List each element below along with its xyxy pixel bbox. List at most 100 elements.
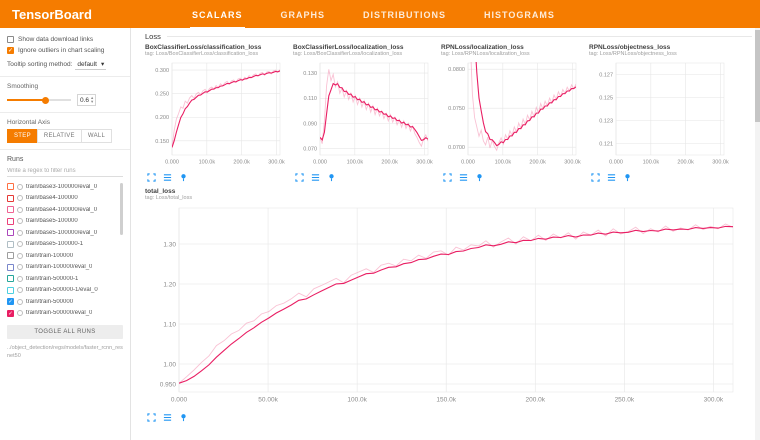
svg-text:100.0k: 100.0k [495,160,512,166]
total-loss-chart[interactable]: 0.9501.001.101.201.300.00050.00k100.0k15… [145,202,745,406]
axis-button-wall[interactable]: WALL [81,129,112,143]
tab-distributions[interactable]: DISTRIBUTIONS [361,0,448,29]
expand-chart-icon[interactable] [591,173,600,182]
run-item[interactable]: train/train-500000-1 [7,273,123,285]
spinner-icon[interactable]: ▴▾ [91,96,93,104]
run-checkbox[interactable]: ✓ [7,298,14,305]
ignore-outliers-checkbox[interactable]: ✓ [7,47,14,54]
toggle-all-runs-button[interactable]: TOGGLE ALL RUNS [7,325,123,339]
run-label: train/base4-100000/eval_0 [26,207,97,213]
svg-text:200.0k: 200.0k [233,160,250,166]
run-checkbox[interactable] [7,264,14,271]
chart-data-icon[interactable] [163,173,172,182]
isolate-run-icon[interactable] [17,241,23,247]
run-checkbox[interactable] [7,287,14,294]
svg-text:300.0k: 300.0k [416,160,433,166]
run-label: train/base4-100000 [26,195,78,201]
main-scrollbar[interactable] [755,28,760,440]
smoothing-slider[interactable] [7,99,71,101]
run-item[interactable]: ✓train/train-500000 [7,296,123,308]
pin-chart-icon[interactable] [327,173,336,182]
pin-chart-icon[interactable] [475,173,484,182]
isolate-run-icon[interactable] [17,218,23,224]
isolate-run-icon[interactable] [17,253,23,259]
slider-thumb[interactable] [42,97,49,104]
isolate-run-icon[interactable] [17,207,23,213]
group-header-loss[interactable]: Loss [145,32,752,41]
svg-text:0.000: 0.000 [165,160,179,166]
expand-chart-icon[interactable] [443,173,452,182]
chart-data-icon[interactable] [311,173,320,182]
chart-title: RPNLoss/localization_loss [441,44,581,51]
svg-text:0.150: 0.150 [155,139,169,145]
run-list: train/base3-100000/eval_0 train/base4-100… [7,181,123,321]
tensorboard-app: TensorBoard SCALARSGRAPHSDISTRIBUTIONSHI… [0,0,760,440]
run-checkbox[interactable] [7,229,14,236]
main-content: Loss BoxClassifierLoss/classification_lo… [131,28,760,440]
smoothing-value-input[interactable]: 0.6 ▴▾ [77,94,96,106]
scrollbar-thumb[interactable] [755,30,760,122]
chart-data-icon[interactable] [607,173,616,182]
setting-label: Show data download links [18,36,93,43]
setting-ignore-outliers[interactable]: ✓ Ignore outliers in chart scaling [7,47,123,54]
run-checkbox[interactable] [7,218,14,225]
pin-chart-icon[interactable] [623,173,632,182]
run-checkbox[interactable]: ✓ [7,310,14,317]
setting-label: Ignore outliers in chart scaling [18,47,104,54]
run-item[interactable]: train/train-500000-1/eval_0 [7,285,123,297]
isolate-run-icon[interactable] [17,195,23,201]
isolate-run-icon[interactable] [17,264,23,270]
run-checkbox[interactable] [7,252,14,259]
chart-data-icon[interactable] [163,413,172,422]
pin-chart-icon[interactable] [179,173,188,182]
svg-text:0.070: 0.070 [303,147,317,153]
chart-data-icon[interactable] [459,173,468,182]
tab-scalars[interactable]: SCALARS [190,0,245,29]
run-item[interactable]: train/base5-100000/eval_0 [7,227,123,239]
horizontal-axis-label: Horizontal Axis [7,119,123,126]
expand-chart-icon[interactable] [295,173,304,182]
run-item[interactable]: train/base4-100000/eval_0 [7,204,123,216]
run-checkbox[interactable] [7,241,14,248]
slider-fill [7,99,45,101]
axis-button-step[interactable]: STEP [7,129,38,143]
svg-text:1.30: 1.30 [163,241,176,248]
tab-histograms[interactable]: HISTOGRAMS [482,0,557,29]
isolate-run-icon[interactable] [17,310,23,316]
chart-toolbar [441,171,581,182]
run-list-scrollbar[interactable] [120,183,123,235]
run-label: train/train-100000 [26,253,73,259]
expand-chart-icon[interactable] [147,413,156,422]
run-checkbox[interactable] [7,275,14,282]
tab-graphs[interactable]: GRAPHS [279,0,328,29]
run-item[interactable]: ✓train/train-500000/eval_0 [7,308,123,320]
axis-button-relative[interactable]: RELATIVE [37,129,82,143]
svg-text:0.130: 0.130 [303,71,317,77]
isolate-run-icon[interactable] [17,184,23,190]
pin-chart-icon[interactable] [179,413,188,422]
run-item[interactable]: train/base4-100000 [7,193,123,205]
chart-canvas[interactable]: 0.0700.0900.1100.1300.000100.0k200.0k300… [293,58,433,166]
setting-show-download-links[interactable]: Show data download links [7,36,123,43]
run-checkbox[interactable] [7,183,14,190]
download-links-checkbox[interactable] [7,36,14,43]
run-item[interactable]: train/base5-100000-1 [7,239,123,251]
run-item[interactable]: train/train-100000 [7,250,123,262]
isolate-run-icon[interactable] [17,276,23,282]
run-filter-input[interactable] [7,166,123,177]
group-divider [167,36,752,37]
isolate-run-icon[interactable] [17,230,23,236]
run-checkbox[interactable] [7,195,14,202]
isolate-run-icon[interactable] [17,287,23,293]
chart-canvas[interactable]: 0.1210.1230.1250.1270.000100.0k200.0k300… [589,58,729,166]
chart-canvas[interactable]: 0.1500.2000.2500.3000.000100.0k200.0k300… [145,58,285,166]
isolate-run-icon[interactable] [17,299,23,305]
run-item[interactable]: train/base5-100000 [7,216,123,228]
expand-chart-icon[interactable] [147,173,156,182]
run-item[interactable]: train/base3-100000/eval_0 [7,181,123,193]
svg-text:200.0k: 200.0k [677,160,694,166]
tooltip-sorting-dropdown[interactable]: default ▾ [75,59,106,70]
run-checkbox[interactable] [7,206,14,213]
run-item[interactable]: train/train-100000/eval_0 [7,262,123,274]
chart-canvas[interactable]: 0.07000.07500.08000.000100.0k200.0k300.0… [441,58,581,166]
